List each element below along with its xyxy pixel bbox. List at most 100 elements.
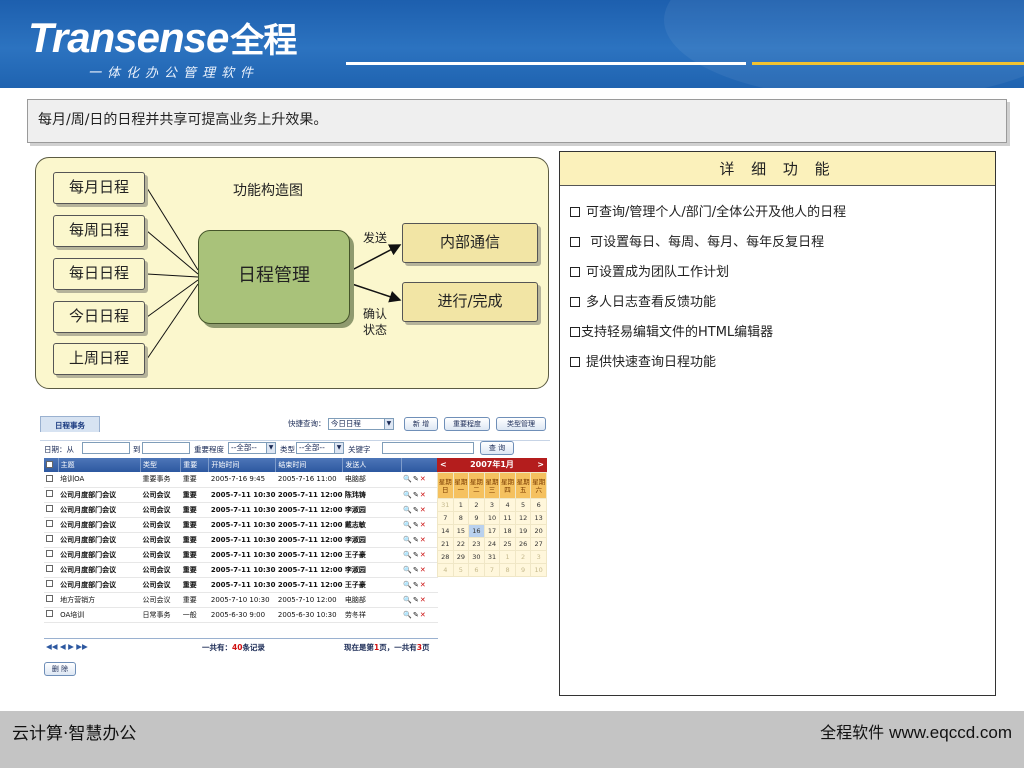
delete-icon[interactable]: ✕: [420, 491, 427, 499]
calendar-day[interactable]: 31: [437, 498, 454, 512]
calendar-day[interactable]: 5: [514, 498, 532, 512]
table-row[interactable]: OA培训 日常事务 一般 2005-6-30 9:00 2005-6-30 10:30 劳…: [44, 607, 438, 623]
edit-icon[interactable]: ✎: [413, 596, 420, 604]
calendar-day[interactable]: 27: [530, 537, 547, 551]
view-icon[interactable]: 🔍: [403, 475, 413, 483]
view-icon[interactable]: 🔍: [403, 566, 413, 574]
calendar-day[interactable]: 2: [514, 550, 532, 564]
calendar-day[interactable]: 10: [483, 511, 501, 525]
row-checkbox[interactable]: [46, 535, 53, 542]
calendar-day[interactable]: 14: [437, 524, 454, 538]
delete-icon[interactable]: ✕: [420, 536, 427, 544]
edit-icon[interactable]: ✎: [413, 611, 420, 619]
pager-nav-icons[interactable]: ◀◀ ◀ ▶ ▶▶: [46, 642, 88, 651]
table-row[interactable]: 公司月度部门会议 公司会议 重要 2005-7-11 10:30 2005-7-11 1…: [44, 532, 438, 548]
calendar-day[interactable]: 17: [483, 524, 501, 538]
edit-icon[interactable]: ✎: [413, 506, 420, 514]
keyword-input[interactable]: [382, 442, 474, 454]
calendar-day[interactable]: 8: [452, 511, 470, 525]
calendar-day[interactable]: 21: [437, 537, 454, 551]
calendar-day[interactable]: 26: [514, 537, 532, 551]
calendar-day[interactable]: 4: [437, 563, 454, 577]
calendar-day[interactable]: 12: [514, 511, 532, 525]
calendar-day[interactable]: 25: [499, 537, 516, 551]
view-icon[interactable]: 🔍: [403, 551, 413, 559]
type-select[interactable]: --全部-- ▼: [296, 442, 344, 454]
edit-icon[interactable]: ✎: [413, 491, 420, 499]
calendar-next-button[interactable]: >: [537, 458, 544, 472]
calendar-day[interactable]: 3: [483, 498, 501, 512]
table-row[interactable]: 公司月度部门会议 公司会议 重要 2005-7-11 10:30 2005-7-11 1…: [44, 562, 438, 578]
select-all-checkbox[interactable]: [46, 460, 53, 468]
edit-icon[interactable]: ✎: [413, 536, 420, 544]
delete-icon[interactable]: ✕: [420, 551, 427, 559]
view-icon[interactable]: 🔍: [403, 596, 413, 604]
add-button[interactable]: 新 增: [404, 417, 438, 431]
table-row[interactable]: 公司月度部门会议 公司会议 重要 2005-7-11 10:30 2005-7-11 1…: [44, 547, 438, 563]
view-icon[interactable]: 🔍: [403, 491, 413, 499]
calendar-day[interactable]: 28: [437, 550, 454, 564]
calendar-day[interactable]: 6: [530, 498, 547, 512]
view-icon[interactable]: 🔍: [403, 521, 413, 529]
row-checkbox[interactable]: [46, 580, 53, 587]
row-checkbox[interactable]: [46, 550, 53, 557]
calendar-day[interactable]: 22: [452, 537, 470, 551]
delete-icon[interactable]: ✕: [420, 521, 427, 529]
row-checkbox[interactable]: [46, 610, 53, 617]
calendar-day[interactable]: 30: [468, 550, 485, 564]
col-importance[interactable]: 重要: [180, 458, 210, 472]
calendar-prev-button[interactable]: <: [440, 458, 447, 472]
view-icon[interactable]: 🔍: [403, 506, 413, 514]
view-icon[interactable]: 🔍: [403, 611, 413, 619]
col-subject[interactable]: 主题: [58, 458, 142, 472]
calendar-day[interactable]: 2: [468, 498, 485, 512]
calendar-day[interactable]: 11: [499, 511, 516, 525]
calendar-day[interactable]: 24: [483, 537, 501, 551]
calendar-day[interactable]: 7: [437, 511, 454, 525]
col-end[interactable]: 结束时间: [275, 458, 344, 472]
table-row[interactable]: 地方营销方 公司会议 重要 2005-7-10 10:30 2005-7-10 12:0…: [44, 592, 438, 608]
quick-search-select[interactable]: 今日日程 ▼: [327, 418, 394, 430]
edit-icon[interactable]: ✎: [413, 551, 420, 559]
table-row[interactable]: 公司月度部门会议 公司会议 重要 2005-7-11 10:30 2005-7-11 1…: [44, 502, 438, 518]
row-checkbox[interactable]: [46, 595, 53, 602]
calendar-day[interactable]: 13: [530, 511, 547, 525]
calendar-day[interactable]: 9: [514, 563, 532, 577]
view-icon[interactable]: 🔍: [403, 581, 413, 589]
calendar-day[interactable]: 16: [468, 524, 485, 538]
edit-icon[interactable]: ✎: [413, 475, 420, 483]
importance-button[interactable]: 重要程度: [444, 417, 490, 431]
view-icon[interactable]: 🔍: [403, 536, 413, 544]
row-checkbox[interactable]: [46, 474, 53, 482]
row-checkbox[interactable]: [46, 520, 53, 527]
calendar-day[interactable]: 5: [452, 563, 470, 577]
calendar-day[interactable]: 6: [468, 563, 485, 577]
calendar-day[interactable]: 1: [499, 550, 516, 564]
delete-button[interactable]: 删 除: [44, 662, 76, 676]
delete-icon[interactable]: ✕: [420, 475, 427, 483]
calendar-day[interactable]: 31: [483, 550, 501, 564]
delete-icon[interactable]: ✕: [420, 596, 427, 604]
table-row[interactable]: 公司月度部门会议 公司会议 重要 2005-7-11 10:30 2005-7-11 1…: [44, 517, 438, 533]
importance-select[interactable]: --全部-- ▼: [228, 442, 276, 454]
col-start[interactable]: 开始时间: [208, 458, 277, 472]
delete-icon[interactable]: ✕: [420, 611, 427, 619]
calendar-day[interactable]: 8: [499, 563, 516, 577]
calendar-day[interactable]: 29: [452, 550, 470, 564]
delete-icon[interactable]: ✕: [420, 566, 427, 574]
table-row[interactable]: 培训OA 重要事务 重要 2005-7-16 9:45 2005-7-16 11:00 电…: [44, 472, 438, 488]
calendar-day[interactable]: 4: [499, 498, 516, 512]
row-checkbox[interactable]: [46, 565, 53, 572]
calendar-day[interactable]: 20: [530, 524, 547, 538]
tab-schedule[interactable]: 日程事务: [40, 416, 100, 432]
col-sender[interactable]: 发送人: [342, 458, 402, 472]
edit-icon[interactable]: ✎: [413, 581, 420, 589]
calendar-day[interactable]: 18: [499, 524, 516, 538]
row-checkbox[interactable]: [46, 490, 53, 497]
edit-icon[interactable]: ✎: [413, 566, 420, 574]
table-row[interactable]: 公司月度部门会议 公司会议 重要 2005-7-11 10:30 2005-7-11 1…: [44, 487, 438, 503]
row-checkbox[interactable]: [46, 505, 53, 512]
calendar-day[interactable]: 1: [452, 498, 470, 512]
calendar-day[interactable]: 9: [468, 511, 485, 525]
calendar-day[interactable]: 19: [514, 524, 532, 538]
